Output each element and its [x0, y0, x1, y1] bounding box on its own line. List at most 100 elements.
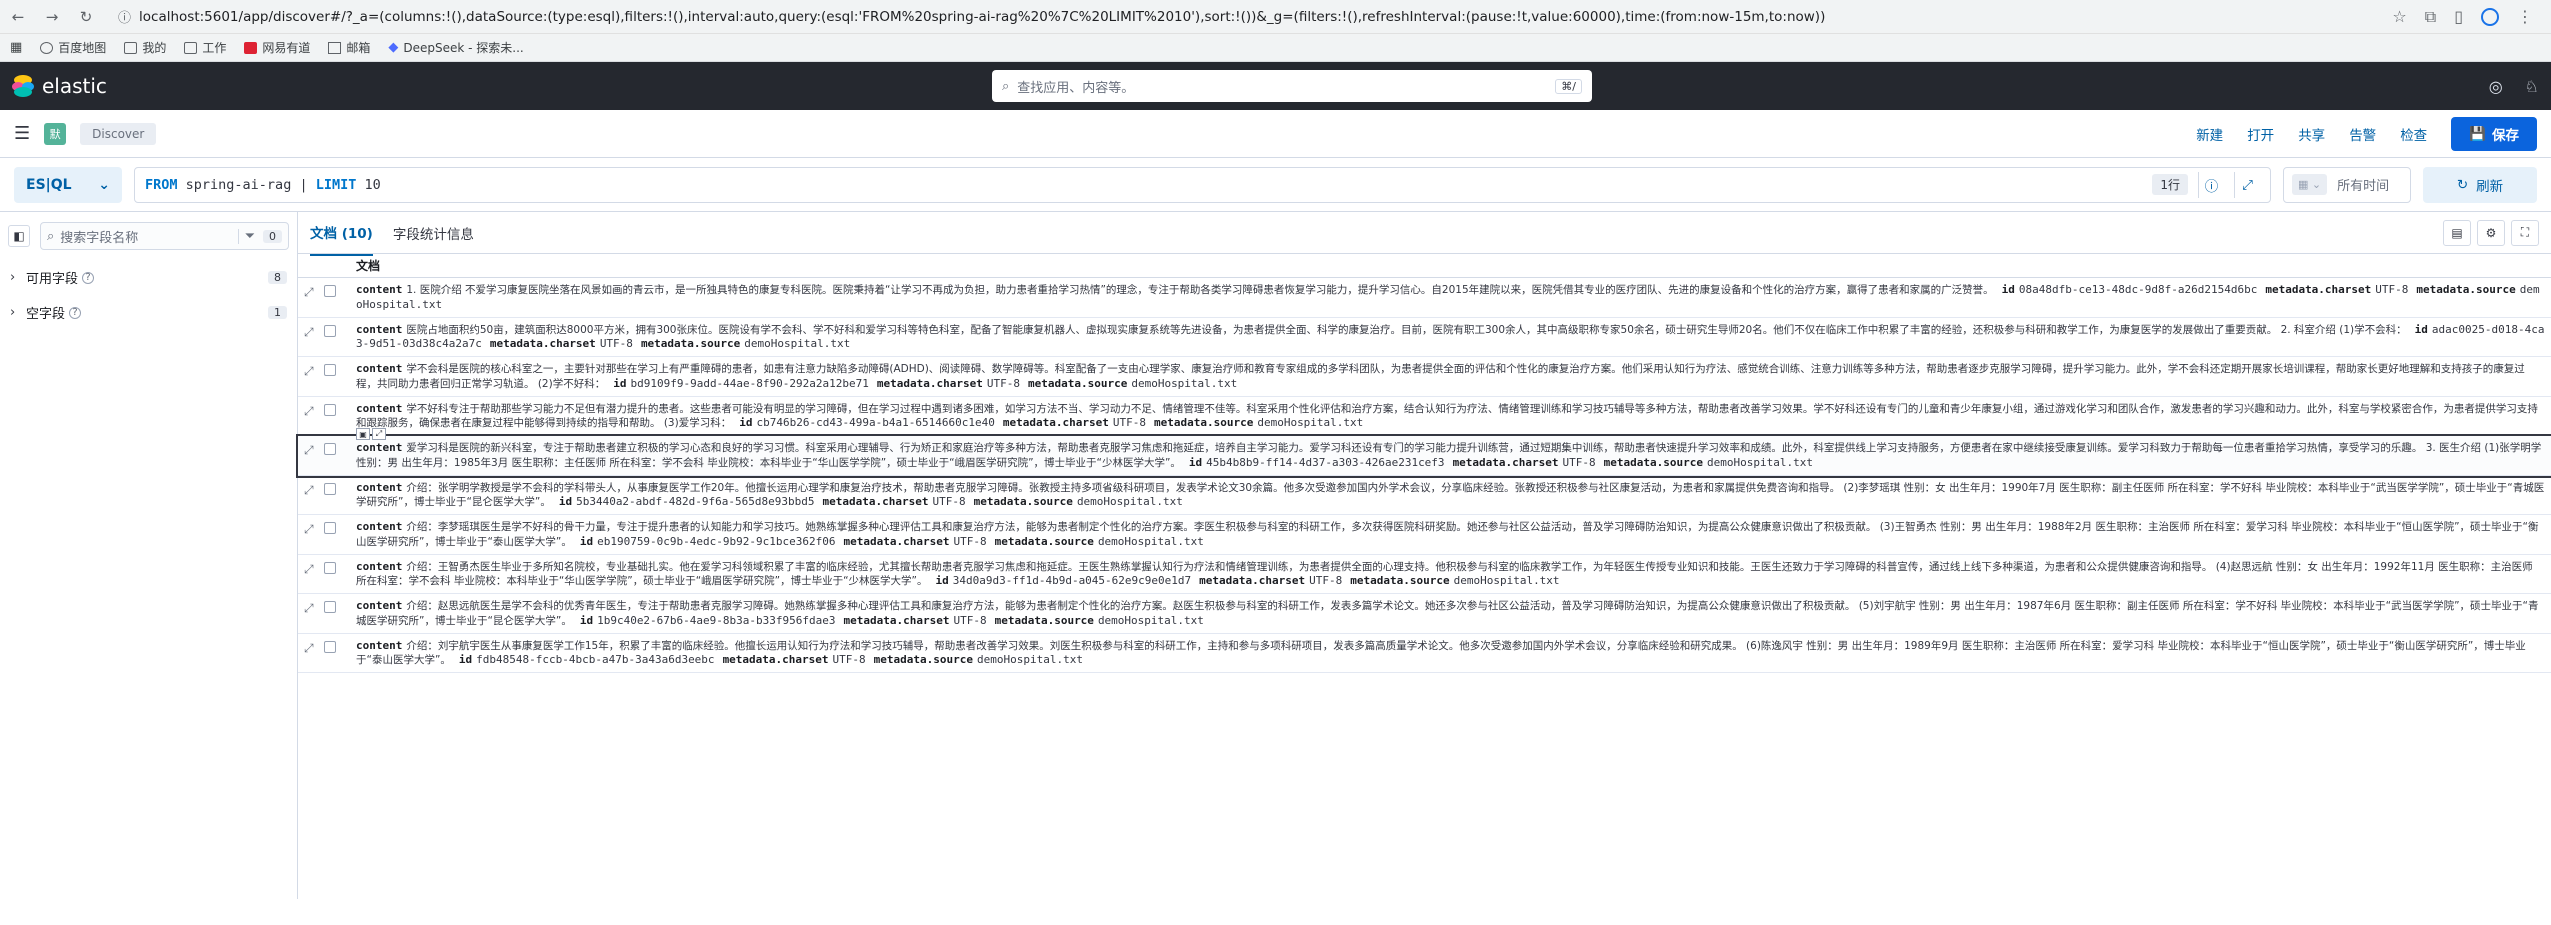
table-row[interactable]: ⤢ content 介绍：李梦瑶琪医生是学不好科的骨干力量，专注于提升患者的认知能力…: [298, 515, 2551, 555]
document-cell[interactable]: content 介绍：张学明学教授是学不会科的学科带头人，从事康复医学工作20年。…: [356, 476, 2551, 514]
charset-value: UTF-8: [1562, 455, 1596, 469]
apps-icon[interactable]: ▦: [10, 40, 22, 55]
table-row[interactable]: ⤢ content 介绍：刘宇航宇医生从事康复医学工作15年，积累了丰富的临床经验。…: [298, 634, 2551, 673]
global-search-input[interactable]: ⌕ 查找应用、内容等。 ⌘/: [992, 70, 1592, 102]
row-checkbox[interactable]: [323, 482, 336, 495]
available-fields-toggle[interactable]: › 可用字段 ? 8: [8, 264, 289, 291]
query-help-icon[interactable]: ⓘ: [2198, 171, 2224, 198]
document-cell[interactable]: content 学不好科专注于帮助那些学习能力不足但有潜力提升的患者。这些患者可能…: [356, 397, 2551, 435]
esql-query-editor[interactable]: FROM spring-ai-rag | LIMIT 10 1行 ⓘ ⤢: [134, 166, 2271, 203]
document-cell[interactable]: content 爱学习科是医院的新兴科室，专注于帮助患者建立积极的学习心态和良好的…: [356, 436, 2551, 474]
elastic-logo-icon: [12, 75, 34, 97]
table-row[interactable]: ⤢ content 介绍：王智勇杰医生毕业于多所知名院校，专业基础扎实。他在爱学习科…: [298, 555, 2551, 594]
collapse-sidebar-icon[interactable]: ◧: [8, 225, 30, 247]
bookmark-folder[interactable]: 工作: [184, 39, 226, 56]
document-cell[interactable]: content 介绍：刘宇航宇医生从事康复医学工作15年，积累了丰富的临床经验。他…: [356, 634, 2551, 672]
forward-icon[interactable]: →: [42, 7, 62, 27]
inspect-button[interactable]: 检查: [2400, 124, 2427, 144]
table-row[interactable]: ⤢ content 学不好科专注于帮助那些学习能力不足但有潜力提升的患者。这些患者可…: [298, 397, 2551, 436]
table-row[interactable]: ⤢ content 介绍：赵思远航医生是学不会科的优秀青年医生，专注于帮助患者克服学…: [298, 594, 2551, 634]
empty-fields-toggle[interactable]: › 空字段 ? 1: [8, 299, 289, 326]
table-row[interactable]: ⤢ content 介绍：张学明学教授是学不会科的学科带头人，从事康复医学工作20年…: [298, 476, 2551, 515]
user-menu-icon[interactable]: ♘: [2525, 77, 2539, 96]
expand-row-icon[interactable]: ⤢: [304, 285, 314, 300]
alerts-button[interactable]: 告警: [2349, 124, 2376, 144]
document-cell[interactable]: content 医院占地面积约50亩，建筑面积达8000平方米，拥有300张床位。…: [356, 318, 2551, 356]
expand-row-icon[interactable]: ⤢: [304, 601, 314, 616]
expand-row-icon[interactable]: ⤢: [304, 404, 314, 419]
fullscreen-icon[interactable]: ⛶: [2511, 219, 2539, 246]
hamburger-menu-icon[interactable]: ☰: [14, 123, 30, 144]
id-value: 1b9c40e2-67b6-4ae9-8b3a-b33f956fdae3: [597, 613, 836, 627]
tab-documents[interactable]: 文档 (10): [310, 210, 373, 256]
table-row[interactable]: ⤢ content 爱学习科是医院的新兴科室，专注于帮助患者建立积极的学习心态和良好…: [296, 428, 2551, 478]
bookmark-item[interactable]: 网易有道: [244, 39, 310, 56]
space-avatar[interactable]: 默: [44, 122, 67, 145]
grid-settings-icon[interactable]: ⚙: [2477, 219, 2505, 246]
charset-value: UTF-8: [832, 653, 866, 666]
browser-menu-icon[interactable]: ⋮: [2517, 7, 2533, 26]
document-cell[interactable]: content 介绍：王智勇杰医生毕业于多所知名院校，专业基础扎实。他在爱学习科领…: [356, 555, 2551, 593]
field-search-input[interactable]: ⌕ 搜索字段名称 ⏷ 0: [40, 222, 289, 250]
row-checkbox[interactable]: [323, 285, 336, 297]
row-checkbox[interactable]: [323, 522, 336, 534]
expand-cell-icon[interactable]: ⤢: [372, 428, 386, 440]
bookmark-star-icon[interactable]: ☆: [2392, 7, 2406, 26]
row-checkbox[interactable]: [323, 561, 336, 574]
expand-row-icon[interactable]: ⤢: [304, 483, 314, 498]
expand-row-icon[interactable]: ⤢: [304, 641, 314, 656]
bookmark-item[interactable]: 邮箱: [328, 39, 370, 56]
bookmark-item[interactable]: ◆ DeepSeek - 探索未...: [388, 39, 523, 56]
address-bar[interactable]: ⓘ localhost:5601/app/discover#/?_a=(colu…: [110, 4, 2378, 30]
share-button[interactable]: 共享: [2298, 124, 2325, 144]
row-checkbox[interactable]: [323, 403, 336, 416]
language-selector[interactable]: ES|QL ⌄: [14, 166, 122, 203]
row-checkbox[interactable]: [323, 443, 336, 455]
document-cell[interactable]: content 学不会科是医院的核心科室之一，主要针对那些在学习上有严重障碍的患者…: [356, 357, 2551, 395]
field-name: content: [356, 520, 403, 533]
expand-row-icon[interactable]: ⤢: [304, 364, 314, 379]
display-options-icon[interactable]: ▤: [2443, 219, 2471, 246]
sidebar-icon[interactable]: ▯: [2454, 7, 2463, 26]
elastic-logo[interactable]: elastic: [12, 74, 107, 98]
document-cell[interactable]: content 介绍：赵思远航医生是学不会科的优秀青年医生，专注于帮助患者克服学习…: [356, 594, 2551, 632]
bookmark-item[interactable]: 百度地图: [40, 39, 106, 56]
source-value: demoHospital.txt: [1131, 376, 1238, 390]
field-name: metadata.charset: [822, 495, 929, 508]
expand-row-icon[interactable]: ⤢: [304, 522, 314, 537]
app-bar: ☰ 默 Discover 新建 打开 共享 告警 检查 💾 保存: [0, 110, 2551, 158]
copy-icon[interactable]: ▣: [356, 428, 370, 440]
table-row[interactable]: ⤢ content 1. 医院介绍 不爱学习康复医院坐落在风景如画的青云市，是一所独…: [298, 278, 2551, 318]
row-checkbox[interactable]: [323, 364, 336, 376]
document-cell[interactable]: content 介绍：李梦瑶琪医生是学不好科的骨干力量，专注于提升患者的认知能力和…: [356, 515, 2551, 553]
table-row[interactable]: ⤢ content 学不会科是医院的核心科室之一，主要针对那些在学习上有严重障碍的患…: [298, 357, 2551, 397]
profile-avatar[interactable]: [2481, 7, 2499, 26]
refresh-button[interactable]: ↻ 刷新: [2423, 166, 2537, 203]
bookmark-folder[interactable]: 我的: [124, 39, 166, 56]
reload-icon[interactable]: ↻: [76, 7, 96, 27]
row-checkbox[interactable]: [323, 601, 336, 613]
new-button[interactable]: 新建: [2196, 124, 2223, 144]
tab-field-statistics[interactable]: 字段统计信息: [393, 211, 474, 255]
row-checkbox[interactable]: [323, 640, 336, 653]
expand-row-icon[interactable]: ⤢: [304, 443, 314, 458]
expand-editor-icon[interactable]: ⤢: [2234, 171, 2260, 198]
breadcrumb[interactable]: Discover: [80, 122, 157, 145]
expand-row-icon[interactable]: ⤢: [304, 325, 314, 340]
open-button[interactable]: 打开: [2247, 124, 2274, 144]
site-info-icon[interactable]: ⓘ: [118, 7, 131, 26]
save-button[interactable]: 💾 保存: [2451, 116, 2537, 151]
table-row[interactable]: ⤢ content 医院占地面积约50亩，建筑面积达8000平方米，拥有300张床位…: [298, 318, 2551, 357]
time-picker[interactable]: ▦ ⌄ 所有时间: [2283, 166, 2411, 203]
help-icon[interactable]: ◎: [2489, 77, 2503, 96]
back-icon[interactable]: ←: [8, 7, 28, 27]
extensions-icon[interactable]: ⧉: [2425, 7, 2436, 27]
row-checkbox[interactable]: [323, 324, 336, 337]
document-column-header[interactable]: 文档: [356, 257, 380, 274]
charset-value: UTF-8: [953, 613, 987, 627]
field-name: id: [613, 376, 627, 390]
document-cell[interactable]: content 1. 医院介绍 不爱学习康复医院坐落在风景如画的青云市，是一所独具…: [356, 278, 2551, 316]
charset-value: UTF-8: [599, 337, 633, 350]
filter-icon[interactable]: ⏷: [245, 229, 255, 244]
expand-row-icon[interactable]: ⤢: [304, 562, 314, 577]
